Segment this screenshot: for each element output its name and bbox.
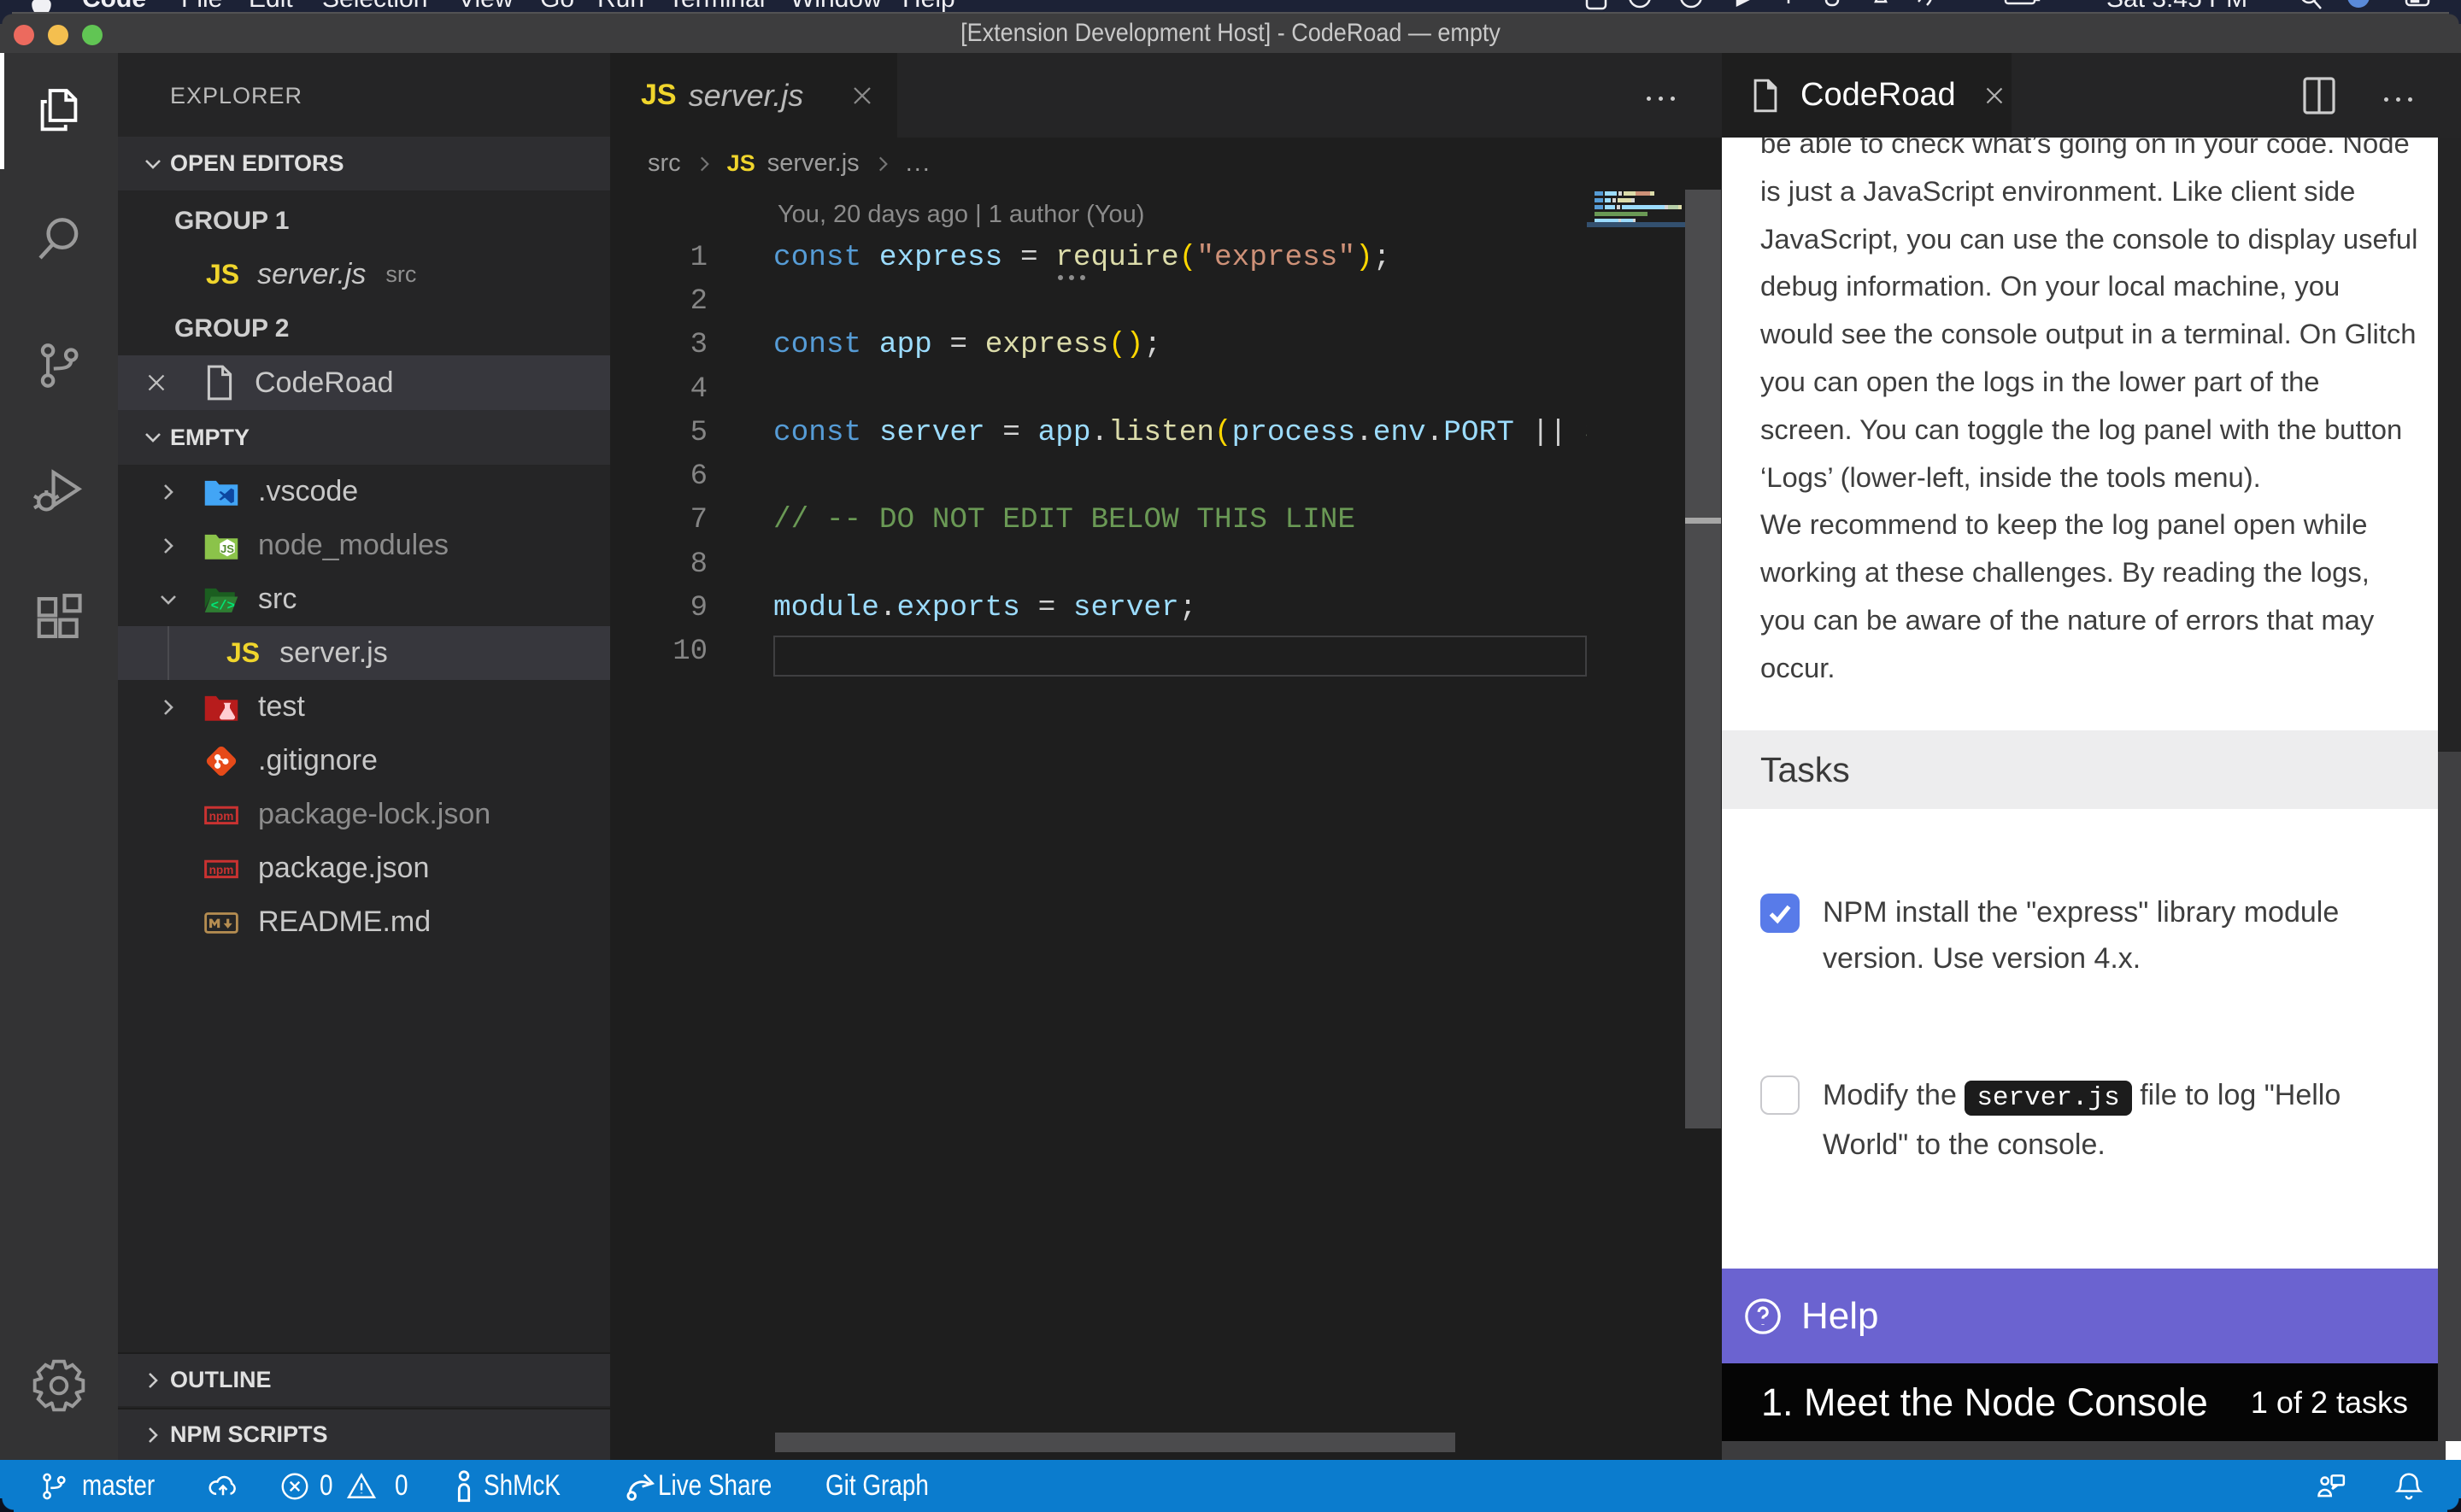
svg-text:JS: JS [220,542,234,555]
svg-text:npm: npm [209,809,234,822]
svg-text:</>: </> [211,598,235,613]
svg-text:npm: npm [209,863,234,876]
